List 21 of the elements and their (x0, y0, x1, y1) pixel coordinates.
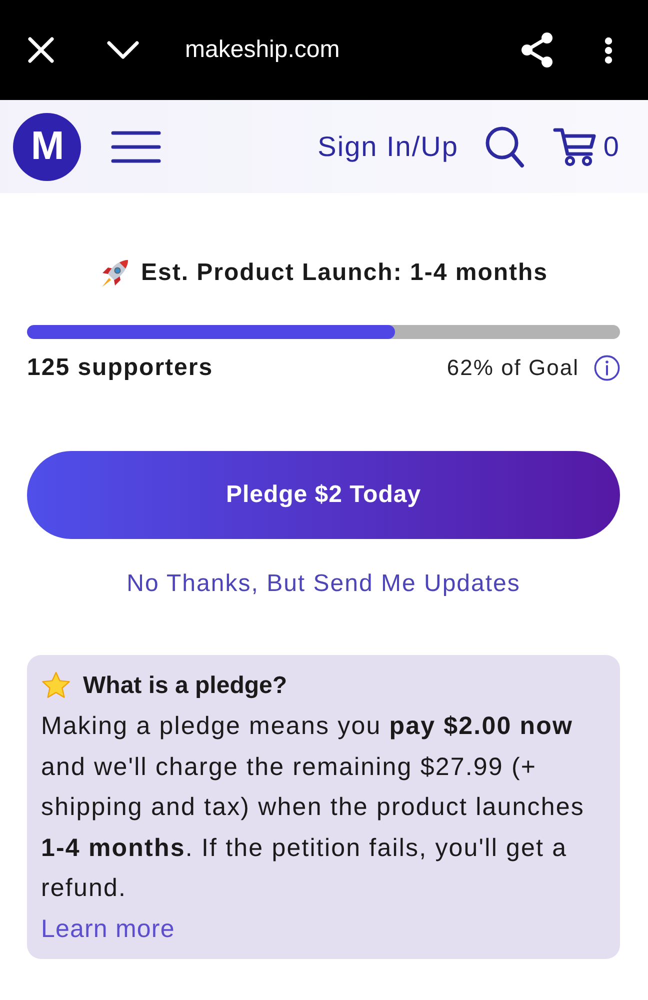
close-icon[interactable] (28, 37, 54, 63)
share-icon[interactable] (520, 32, 554, 68)
launch-estimate: Est. Product Launch: 1-4 months (140, 258, 548, 288)
search-icon[interactable] (485, 126, 526, 168)
menu-icon[interactable] (111, 130, 161, 162)
cart-icon[interactable] (553, 126, 598, 166)
sign-in-link[interactable]: Sign In/Up (318, 130, 458, 164)
chevron-down-icon[interactable] (107, 41, 139, 59)
more-menu-icon[interactable] (603, 36, 614, 64)
info-icon[interactable] (594, 355, 620, 381)
updates-link[interactable]: No Thanks, But Send Me Updates (126, 569, 520, 599)
supporter-count: 125 supporters (27, 354, 214, 382)
url-text[interactable]: makeship.com (185, 35, 520, 65)
card-title: What is a pledge? (83, 671, 288, 701)
pledge-explanation: Making a pledge means you pay $2.00 now and we'll charge the remaining $27.99 (+ shipping and tax) when the product launches 1-4 months. If the petition fails, you'll get a refund. (41, 711, 586, 904)
logo[interactable]: M (13, 112, 81, 180)
pledge-button[interactable]: Pledge $2 Today (27, 451, 620, 539)
star-icon (41, 671, 71, 701)
cart-count: 0 (603, 130, 619, 164)
goal-percentage: 62% of Goal (446, 354, 579, 382)
learn-more-link[interactable]: Learn more (41, 908, 175, 948)
